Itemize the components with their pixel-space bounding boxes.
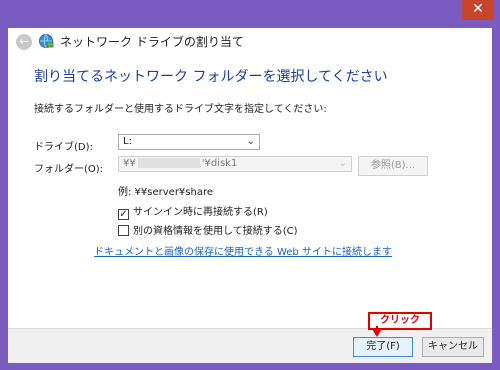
cancel-button[interactable]: キャンセル xyxy=(422,337,484,357)
instruction-text: 接続するフォルダーと使用するドライブ文字を指定してください: xyxy=(34,104,327,115)
drive-select[interactable]: L: ⌄ xyxy=(118,134,260,150)
reconnect-label: サインイン時に再接続する(R) xyxy=(133,207,268,218)
other-credentials-checkbox[interactable] xyxy=(118,225,129,236)
dialog-content: 割り当てるネットワーク フォルダーを選択してください 接続するフォルダーと使用す… xyxy=(8,56,492,328)
close-icon: ✕ xyxy=(472,1,484,17)
back-arrow-icon[interactable]: ← xyxy=(16,34,32,50)
chevron-down-icon: ⌄ xyxy=(338,158,347,169)
dialog-window: ✕ ← ネットワーク ドライブの割り当て 割り当てるネットワーク フォルダーを選… xyxy=(0,0,500,370)
page-heading: 割り当てるネットワーク フォルダーを選択してください xyxy=(34,69,388,85)
masked-server-name xyxy=(137,158,200,168)
reconnect-option[interactable]: ✓ サインイン時に再接続する(R) xyxy=(118,203,268,220)
drive-label: ドライブ(D): xyxy=(34,142,93,153)
folder-value-suffix: '¥disk1 xyxy=(201,158,238,169)
reconnect-checkbox[interactable]: ✓ xyxy=(118,209,129,220)
drive-select-value: L: xyxy=(123,136,132,147)
folder-combobox[interactable]: ¥¥ '¥disk1 ⌄ xyxy=(118,156,352,172)
example-text: 例: ¥¥server¥share xyxy=(118,187,214,198)
other-credentials-label: 別の資格情報を使用して接続する(C) xyxy=(133,226,298,237)
web-site-link[interactable]: ドキュメントと画像の保存に使用できる Web サイトに接続します xyxy=(94,243,392,258)
folder-value-prefix: ¥¥ xyxy=(123,158,136,169)
browse-button[interactable]: 参照(B)... xyxy=(358,156,428,176)
finish-button[interactable]: 完了(F) xyxy=(353,337,413,357)
other-credentials-option[interactable]: 別の資格情報を使用して接続する(C) xyxy=(118,222,298,237)
dialog-footer: 完了(F) キャンセル xyxy=(8,328,492,363)
title-bar: ← ネットワーク ドライブの割り当て xyxy=(8,28,492,57)
callout-arrow-icon xyxy=(372,329,382,337)
window-title: ネットワーク ドライブの割り当て xyxy=(60,35,244,49)
chevron-down-icon: ⌄ xyxy=(246,136,255,147)
network-drive-icon xyxy=(39,34,54,48)
close-button[interactable]: ✕ xyxy=(462,0,494,20)
folder-label: フォルダー(O): xyxy=(34,164,104,175)
